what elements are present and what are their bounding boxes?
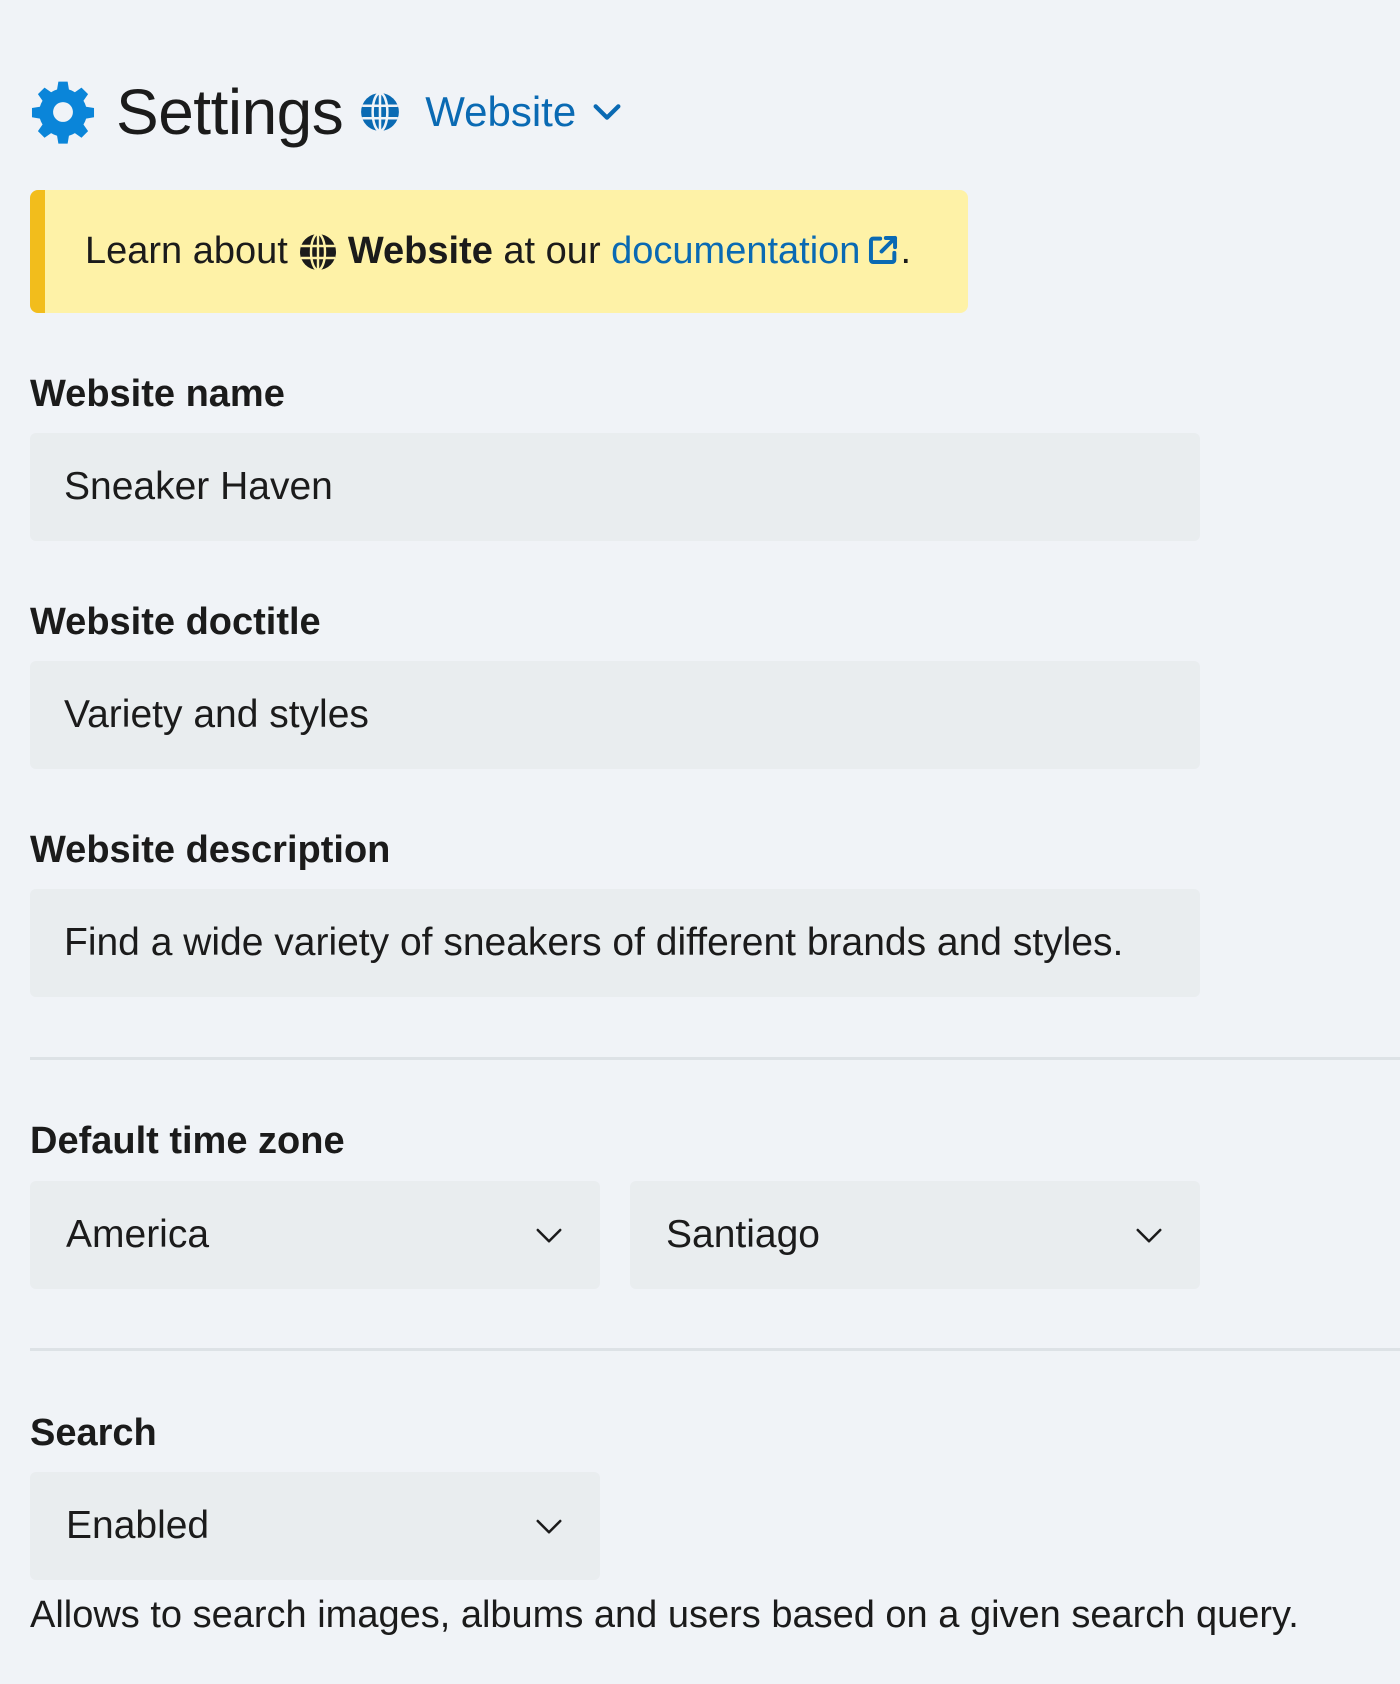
- gear-icon: [31, 81, 95, 144]
- notice-middle: at our: [503, 230, 601, 272]
- timezone-region-select[interactable]: America: [30, 1181, 600, 1289]
- website-doctitle-label: Website doctitle: [30, 601, 321, 643]
- search-select[interactable]: Enabled: [30, 1472, 600, 1580]
- globe-icon: [299, 232, 336, 271]
- notice-subject: Website: [347, 230, 493, 272]
- search-help-text: Allows to search images, albums and user…: [30, 1594, 1299, 1636]
- chevron-down-icon[interactable]: [1134, 1220, 1164, 1250]
- scope-label[interactable]: Website: [425, 88, 576, 136]
- website-doctitle-input[interactable]: [30, 661, 1200, 769]
- notice-prefix: Learn about: [85, 230, 288, 272]
- timezone-city-select[interactable]: Santiago: [630, 1181, 1200, 1289]
- search-value[interactable]: Enabled: [66, 1504, 209, 1548]
- external-link-icon[interactable]: [866, 233, 900, 267]
- documentation-link[interactable]: documentation: [611, 230, 900, 273]
- website-name-input[interactable]: [30, 433, 1200, 541]
- page-header: Settings Website: [30, 72, 624, 152]
- website-description-input[interactable]: [30, 889, 1200, 997]
- notice-suffix: .: [900, 230, 912, 272]
- scope-dropdown[interactable]: Website: [359, 88, 624, 136]
- timezone-region-value[interactable]: America: [66, 1213, 209, 1257]
- timezone-city-value[interactable]: Santiago: [666, 1213, 820, 1257]
- default-timezone-label: Default time zone: [30, 1120, 345, 1162]
- website-description-label: Website description: [30, 829, 391, 871]
- page-title: Settings: [116, 76, 344, 148]
- section-divider: [30, 1348, 1400, 1351]
- documentation-notice: Learn about Website at our documentation…: [30, 190, 968, 313]
- website-name-label: Website name: [30, 373, 285, 415]
- globe-icon: [361, 91, 400, 133]
- chevron-down-icon[interactable]: [590, 95, 624, 129]
- chevron-down-icon[interactable]: [534, 1220, 564, 1250]
- search-label: Search: [30, 1412, 157, 1454]
- section-divider: [30, 1057, 1400, 1060]
- documentation-link-text[interactable]: documentation: [611, 230, 860, 272]
- chevron-down-icon[interactable]: [534, 1511, 564, 1541]
